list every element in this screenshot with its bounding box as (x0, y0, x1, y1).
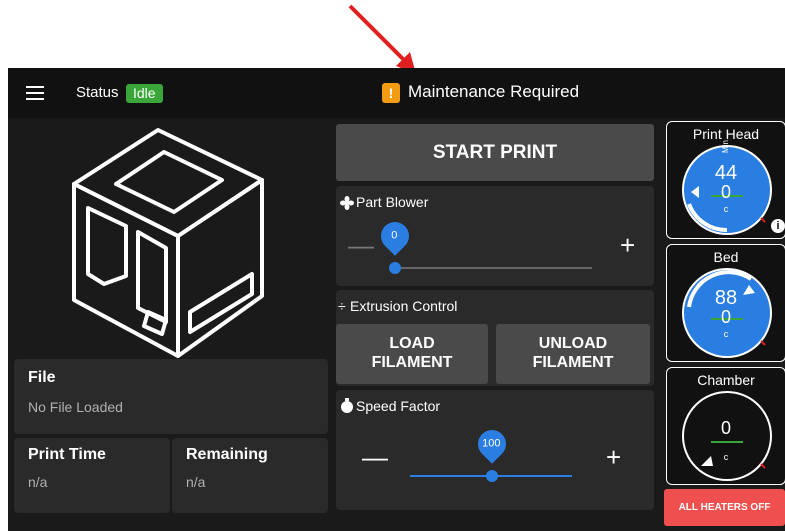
speed-factor-card: Speed Factor — + 100 (336, 390, 654, 510)
extrusion-icon: ÷ (338, 298, 346, 314)
maintenance-required-link[interactable]: Maintenance Required (408, 82, 579, 102)
file-label: File (28, 369, 56, 386)
start-print-button[interactable]: START PRINT (336, 124, 654, 181)
fan-icon (340, 196, 354, 210)
print-head-target: 0 (720, 182, 731, 202)
printer-icon (72, 128, 264, 358)
print-time-label: Print Time (28, 446, 106, 463)
part-blower-slider-handle[interactable] (389, 262, 401, 274)
maintenance-warning-icon[interactable]: ! (382, 83, 400, 103)
load-filament-label-line1: LOAD (389, 335, 435, 352)
unload-filament-button[interactable]: UNLOAD FILAMENT (496, 324, 650, 384)
file-card: File No File Loaded (14, 359, 328, 434)
unload-filament-label-line1: UNLOAD (538, 335, 608, 352)
status-label: Status (76, 84, 119, 101)
load-filament-button[interactable]: LOAD FILAMENT (336, 324, 488, 384)
top-bar: Status Idle ! Maintenance Required (8, 68, 785, 118)
part-blower-increase-button[interactable]: + (620, 230, 635, 261)
speed-factor-value: 100 (482, 437, 501, 450)
extrusion-control-card: ÷ Extrusion Control LOAD FILAMENT UNLOAD… (336, 290, 654, 386)
all-heaters-off-button[interactable]: ALL HEATERS OFF (664, 489, 785, 526)
part-blower-slider-track[interactable] (394, 267, 592, 269)
speed-factor-slider-handle[interactable] (486, 470, 498, 482)
file-value: No File Loaded (28, 399, 123, 415)
part-blower-value: 0 (391, 229, 398, 242)
print-time-card: Print Time n/a (14, 438, 170, 513)
unload-filament-label-line2: FILAMENT (532, 354, 614, 371)
part-blower-label: Part Blower (356, 194, 429, 210)
part-blower-card: Part Blower — + 0 (336, 186, 654, 286)
printer-app: Status Idle ! Maintenance Required File … (8, 68, 785, 531)
print-head-gauge-card[interactable]: Print Head Min 44 0 c i (666, 121, 785, 239)
speed-factor-label: Speed Factor (356, 398, 441, 414)
speed-factor-decrease-button[interactable]: — (362, 442, 388, 473)
remaining-value: n/a (186, 474, 206, 490)
part-blower-value-pin: 0 (375, 216, 415, 256)
speed-factor-value-pin: 100 (472, 424, 512, 464)
print-head-side-label: Min (720, 140, 730, 153)
menu-icon[interactable] (26, 86, 44, 100)
bed-target: 0 (720, 307, 731, 327)
bed-unit: c (723, 329, 729, 339)
info-icon[interactable]: i (771, 219, 785, 233)
bed-title: Bed (713, 249, 739, 265)
chamber-current: 0 (720, 418, 731, 438)
stopwatch-icon (341, 398, 353, 413)
chamber-gauge-card[interactable]: Chamber 0 c (666, 367, 785, 485)
chamber-unit: c (723, 452, 729, 462)
bed-gauge-card[interactable]: Bed 88 0 c (666, 244, 785, 362)
load-filament-label-line2: FILAMENT (371, 354, 453, 371)
print-head-unit: c (723, 204, 729, 214)
remaining-card: Remaining n/a (172, 438, 328, 513)
status-badge: Idle (126, 84, 163, 103)
chamber-title: Chamber (697, 372, 755, 388)
part-blower-decrease-button[interactable]: — (348, 230, 374, 261)
speed-factor-increase-button[interactable]: + (606, 442, 621, 473)
remaining-label: Remaining (186, 446, 268, 463)
extrusion-control-label: Extrusion Control (350, 298, 458, 314)
print-time-value: n/a (28, 474, 48, 490)
